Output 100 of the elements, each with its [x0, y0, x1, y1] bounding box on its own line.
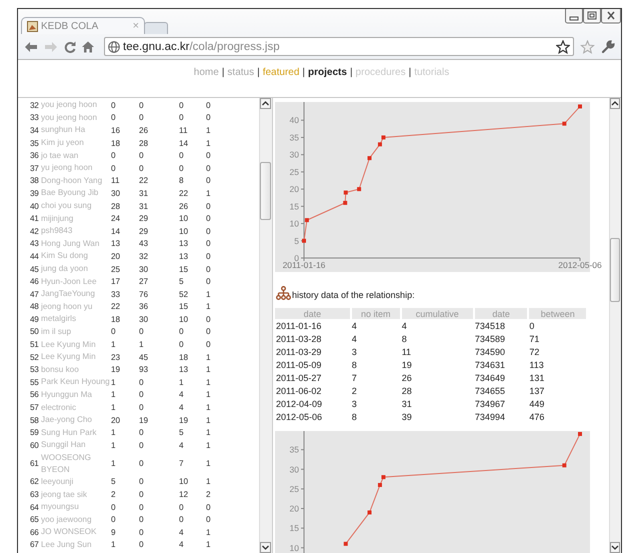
table-cell-text: 0: [206, 202, 212, 211]
nav-separator: |: [302, 67, 306, 78]
member-name: Bae Byoung Jib: [41, 187, 100, 200]
table-cell-text: 0: [206, 264, 212, 274]
row-number: 36: [30, 151, 40, 160]
table-cell-text: 93: [139, 365, 150, 374]
close-icon[interactable]: [601, 9, 621, 24]
table-cell-text: 0: [139, 502, 145, 512]
table-cell-text: 30: [139, 264, 150, 274]
table-cell-text: 18: [111, 138, 122, 148]
maximize-icon[interactable]: [583, 9, 601, 24]
scroll-up-icon[interactable]: [260, 98, 271, 109]
scrollbar-thumb[interactable]: [610, 238, 620, 302]
data-point: [378, 482, 382, 487]
table-cell-text: 1: [206, 365, 212, 374]
nav-link[interactable]: status: [227, 67, 254, 78]
member-name: Hyunggun Ma: [41, 388, 93, 401]
member-name: choi you sung: [41, 200, 93, 212]
table-cell-text: 2: [206, 490, 212, 500]
data-point: [378, 142, 382, 146]
table-cell-text: 4: [350, 332, 358, 345]
member-name: im il sup: [41, 326, 72, 338]
table-cell-text: 29: [139, 226, 150, 236]
table-cell-text: 15: [179, 264, 190, 274]
table-cell-text: 72: [528, 346, 540, 358]
section-heading: history data of the relationship:: [292, 290, 415, 300]
minimize-icon[interactable]: [565, 9, 583, 24]
table-cell-text: 0: [139, 113, 145, 122]
row-number: 58: [30, 416, 40, 425]
nav-link[interactable]: projects: [308, 67, 347, 78]
table-cell-text: 1: [206, 188, 212, 198]
globe-icon: [108, 40, 120, 52]
column-header: between: [528, 308, 587, 319]
row-number: 45: [30, 264, 40, 274]
table-cell-text: 18: [179, 352, 190, 362]
row-number: 56: [30, 390, 40, 400]
back-arrow-icon[interactable]: [24, 40, 38, 52]
table-cell-text: 25: [111, 264, 122, 274]
nav-link[interactable]: featured: [262, 67, 300, 78]
scroll-down-icon[interactable]: [260, 542, 271, 553]
table-cell-text: 29: [139, 214, 150, 224]
row-number: 34: [30, 126, 40, 135]
row-number: 48: [30, 302, 40, 312]
table-cell-text: 0: [139, 459, 145, 468]
axis-label: 2012-05-06: [558, 260, 602, 270]
address-field[interactable]: tee.gnu.ac.kr/cola/progress.jsp: [104, 37, 574, 56]
table-cell-text: 1: [206, 477, 212, 486]
table-cell-text: 734994: [474, 410, 506, 423]
browser-tab[interactable]: KEDB COLA ×: [21, 17, 145, 34]
bookmark-star-icon[interactable]: [556, 40, 570, 54]
scrollbar[interactable]: [259, 98, 272, 553]
table-cell-text: 2011-06-02: [275, 384, 322, 397]
scrollbar[interactable]: [609, 98, 621, 553]
table-cell-text: 20: [111, 252, 122, 261]
table-cell-text: 19: [400, 358, 413, 371]
axis-label: 0: [294, 253, 299, 263]
axis-label: 10: [290, 218, 299, 229]
data-point: [302, 238, 306, 243]
table-cell-text: 0: [206, 252, 212, 261]
member-name: Kim Su dong: [41, 250, 89, 262]
axis-label: 40: [290, 115, 299, 126]
reload-icon[interactable]: [64, 40, 76, 52]
table-cell-text: 2: [111, 490, 117, 500]
column-header: cumulative: [400, 308, 474, 319]
tab-close-button[interactable]: ×: [132, 20, 139, 32]
member-name: Park Keun Hyoung: [41, 376, 111, 388]
table-cell-text: 734649: [474, 372, 506, 384]
table-cell-text: 8: [400, 332, 408, 345]
wrench-icon[interactable]: [601, 40, 615, 54]
member-name: electronic: [41, 402, 78, 414]
scroll-up-icon[interactable]: [610, 98, 620, 109]
table-cell-text: 1: [111, 403, 117, 412]
table-cell-text: 0: [139, 151, 145, 160]
table-cell-text: 131: [528, 372, 546, 384]
table-cell-text: 13: [179, 365, 190, 374]
row-number: 59: [30, 428, 40, 438]
row-number: 42: [30, 226, 40, 236]
table-cell-text: 19: [139, 416, 150, 425]
axis-label: 30: [290, 150, 299, 160]
nav-separator: |: [222, 67, 224, 78]
hierarchy-icon: [276, 286, 291, 300]
member-name: Jae-yong Cho: [41, 414, 93, 426]
table-cell-text: 26: [139, 126, 150, 135]
member-name: JO WONSEOK: [41, 526, 98, 538]
scroll-down-icon[interactable]: [610, 542, 620, 553]
member-name: Lee Kyung Min: [41, 338, 97, 351]
table-cell-text: 0: [206, 214, 212, 224]
nav-link[interactable]: home: [194, 67, 219, 78]
table-cell-text: 4: [179, 528, 185, 537]
scrollbar-thumb[interactable]: [260, 162, 271, 220]
table-cell-text: 15: [179, 302, 190, 312]
table-cell-text: 19: [111, 365, 122, 374]
home-icon[interactable]: [82, 40, 94, 52]
table-cell-text: 36: [139, 302, 150, 312]
table-cell-text: 0: [111, 151, 117, 160]
table-cell-text: 10: [179, 214, 190, 224]
data-point: [343, 200, 348, 205]
row-number: 64: [30, 502, 40, 512]
table-cell-text: 0: [139, 440, 145, 450]
table-cell-text: 0: [139, 477, 145, 486]
